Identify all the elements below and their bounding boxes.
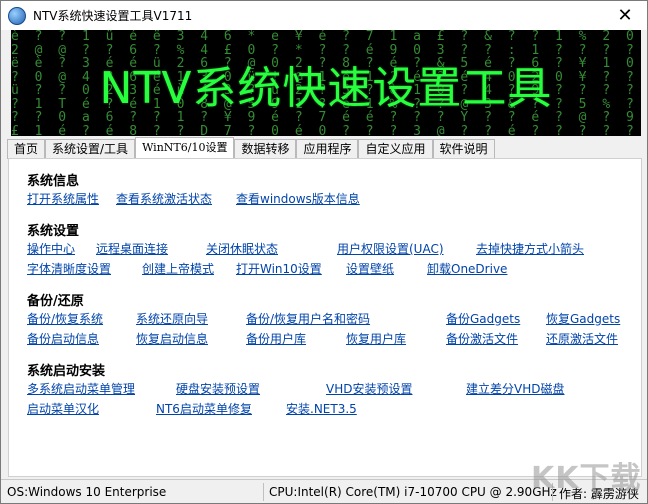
link-backup-gadgets[interactable]: 备份Gadgets [446,310,520,327]
tab-1[interactable]: 系统设置/工具 [45,139,136,159]
link-nt6-boot-repair[interactable]: NT6启动菜单修复 [156,400,252,417]
section-boot-install: 系统启动安装 [27,364,106,379]
section-system-info: 系统信息 [27,174,80,189]
link-backup-activation-files[interactable]: 备份激活文件 [446,330,518,347]
link-boot-menu-chinese[interactable]: 启动菜单汉化 [27,400,99,417]
link-disable-hibernate[interactable]: 关闭休眠状态 [206,240,278,257]
link-backup-restore-credentials[interactable]: 备份/恢复用户名和密码 [246,310,370,327]
link-open-system-properties[interactable]: 打开系统属性 [27,190,99,207]
settings-panel: 系统信息 打开系统属性 查看系统激活状态 查看windows版本信息 系统设置 … [8,158,642,477]
link-set-wallpaper[interactable]: 设置壁纸 [346,260,394,277]
link-backup-restore-system[interactable]: 备份/恢复系统 [27,310,103,327]
link-vhd-install-preset[interactable]: VHD安装预设置 [326,380,412,397]
tab-4[interactable]: 应用程序 [296,139,359,159]
banner-title: NTV系统快速设置工具 [99,63,553,114]
link-hdd-install-preset[interactable]: 硬盘安装预设置 [176,380,260,397]
tab-3[interactable]: 数据转移 [234,139,297,159]
link-uac-settings[interactable]: 用户权限设置(UAC) [337,240,444,257]
link-open-win10-settings[interactable]: 打开Win10设置 [236,260,322,277]
link-view-activation-status[interactable]: 查看系统激活状态 [116,190,212,207]
link-action-center[interactable]: 操作中心 [27,240,75,257]
status-os: OS:Windows 10 Enterprise [7,485,167,499]
link-system-restore-wizard[interactable]: 系统还原向导 [136,310,208,327]
link-restore-gadgets[interactable]: 恢复Gadgets [546,310,620,327]
link-view-windows-version[interactable]: 查看windows版本信息 [236,190,360,207]
title-bar[interactable]: NTV系统快速设置工具V1711 ✕ [1,1,647,30]
watermark-logo: KK下载 [531,461,642,496]
link-uninstall-onedrive[interactable]: 卸载OneDrive [427,260,507,277]
link-install-net35[interactable]: 安装.NET3.5 [286,400,357,417]
section-backup-restore: 备份/还原 [27,294,84,309]
tab-0[interactable]: 首页 [7,139,46,159]
link-remove-shortcut-arrow[interactable]: 去掉快捷方式小箭头 [476,240,584,257]
link-font-clarity[interactable]: 字体清晰度设置 [27,260,111,277]
status-cpu: CPU:Intel(R) Core(TM) i7-10700 CPU @ 2.9… [269,485,557,499]
link-god-mode[interactable]: 创建上帝模式 [142,260,214,277]
link-restore-user-store[interactable]: 恢复用户库 [346,330,406,347]
link-restore-activation-files[interactable]: 还原激活文件 [546,330,618,347]
section-system-settings: 系统设置 [27,224,80,239]
window-title: NTV系统快速设置工具V1711 [33,9,193,23]
link-backup-user-store[interactable]: 备份用户库 [246,330,306,347]
app-globe-icon [8,6,26,25]
close-button[interactable]: ✕ [603,1,647,30]
link-remote-desktop[interactable]: 远程桌面连接 [96,240,168,257]
link-backup-boot-info[interactable]: 备份启动信息 [27,330,99,347]
tab-5[interactable]: 自定义应用 [358,139,433,159]
link-create-diff-vhd[interactable]: 建立差分VHD磁盘 [466,380,564,397]
link-multi-boot-manager[interactable]: 多系统启动菜单管理 [27,380,135,397]
status-divider [263,483,264,501]
tab-6[interactable]: 软件说明 [432,139,495,159]
banner: è ? ? 1 ü é ë 3 4 6 * e ¥ é ? 7 1 a £ ? … [11,30,641,136]
link-restore-boot-info[interactable]: 恢复启动信息 [136,330,208,347]
tab-strip: 首页 系统设置/工具 WinNT6/10设置 数据转移 应用程序 自定义应用 软件说明 [7,137,495,159]
app-window: NTV系统快速设置工具V1711 ✕ è ? ? 1 ü é ë 3 4 6 *… [0,0,648,504]
matrix-row: £ 1 é ? é 8 ? ? D 7 ? 0 é 0 ? ? ? 3 @ ? … [11,123,638,136]
matrix-row: è ? ? 1 ü é ë 3 4 6 * e ¥ é ? 7 1 a £ ? … [11,30,638,44]
tab-2[interactable]: WinNT6/10设置 [135,137,235,159]
